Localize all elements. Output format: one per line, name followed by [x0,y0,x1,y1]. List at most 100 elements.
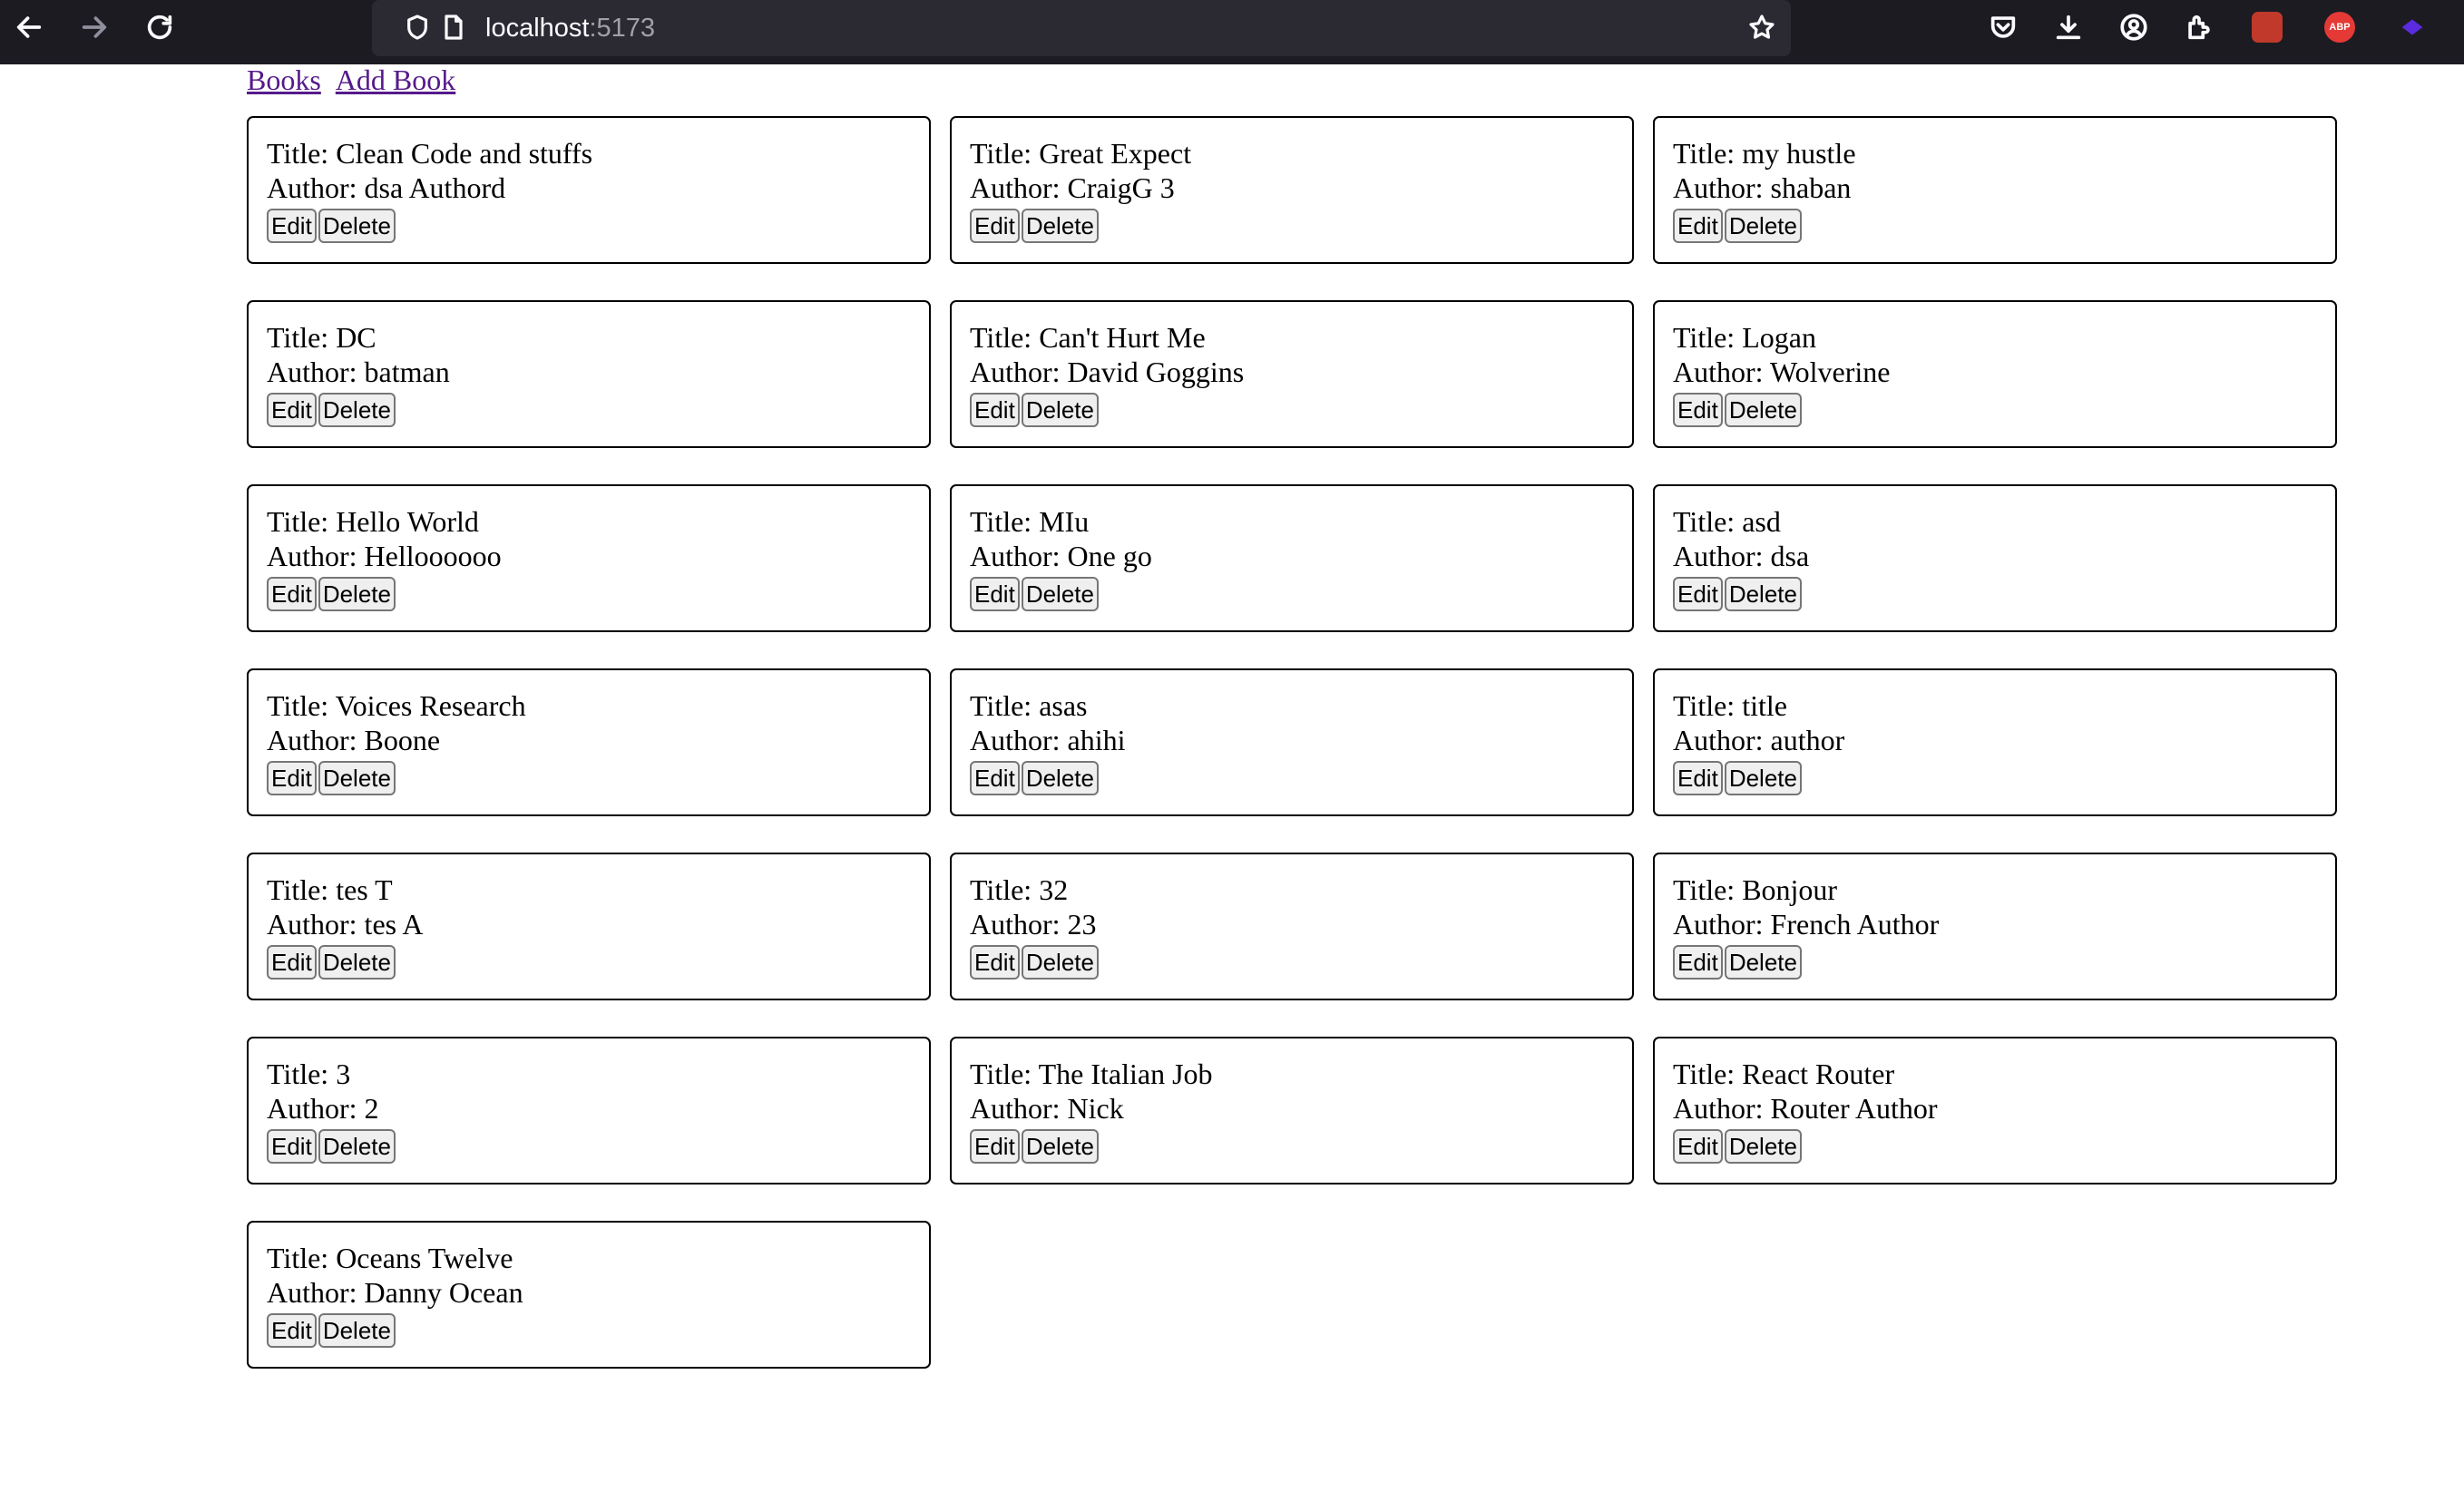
delete-button[interactable]: Delete [318,393,396,427]
account-button[interactable] [2107,0,2161,54]
delete-button[interactable]: Delete [1021,945,1099,980]
delete-button[interactable]: Delete [318,1129,396,1164]
extensions-button[interactable] [2172,0,2226,54]
book-card: Title: Clean Code and stuffs Author: dsa … [247,116,931,264]
author-value: David Goggins [1067,356,1245,388]
delete-button[interactable]: Delete [1724,577,1802,611]
edit-button[interactable]: Edit [267,577,317,611]
book-grid: Title: Clean Code and stuffs Author: dsa … [247,116,2337,1369]
book-card: Title: asd Author: dsa Edit Delete [1653,484,2337,632]
reload-icon [147,15,172,40]
book-title: Title: 3 [267,1057,911,1091]
delete-button[interactable]: Delete [318,577,396,611]
delete-button[interactable]: Delete [1021,209,1099,243]
edit-button[interactable]: Edit [267,1129,317,1164]
title-value: asd [1742,505,1781,538]
book-card: Title: 32 Author: 23 Edit Delete [950,853,1634,1000]
page-icon [437,11,470,44]
book-card: Title: React Router Author: Router Author… [1653,1037,2337,1184]
book-card: Title: Oceans Twelve Author: Danny Ocean E… [247,1221,931,1369]
delete-button[interactable]: Delete [1021,393,1099,427]
author-prefix: Author: [1673,1092,1764,1125]
title-prefix: Title: [970,137,1032,170]
url-text[interactable]: localhost:5173 [485,11,655,45]
book-author: Author: David Goggins [970,355,1614,389]
author-value: 23 [1067,908,1097,941]
book-card: Title: MIu Author: One go Edit Delete [950,484,1634,632]
edit-button[interactable]: Edit [1673,577,1723,611]
delete-button[interactable]: Delete [318,209,396,243]
author-value: batman [364,356,450,388]
books-link[interactable]: Books [247,63,321,96]
card-actions: Edit Delete [267,577,911,611]
card-actions: Edit Delete [267,761,911,795]
book-title: Title: Can't Hurt Me [970,320,1614,355]
delete-button[interactable]: Delete [1724,761,1802,795]
adblock-icon[interactable]: ABP [2324,12,2355,43]
edit-button[interactable]: Edit [970,761,1020,795]
delete-button[interactable]: Delete [1724,1129,1802,1164]
book-author: Author: ahihi [970,723,1614,757]
add-book-link[interactable]: Add Book [336,63,455,96]
edit-button[interactable]: Edit [1673,393,1723,427]
book-title: Title: Bonjour [1673,872,2317,907]
delete-button[interactable]: Delete [318,1313,396,1348]
book-author: Author: dsa Authord [267,171,911,205]
title-value: Logan [1742,321,1816,354]
book-card: Title: The Italian Job Author: Nick Edit De… [950,1037,1634,1184]
delete-button[interactable]: Delete [1021,1129,1099,1164]
card-actions: Edit Delete [970,761,1614,795]
delete-button[interactable]: Delete [318,761,396,795]
author-value: ahihi [1067,724,1126,756]
edit-button[interactable]: Edit [267,393,317,427]
reload-button[interactable] [132,0,187,54]
delete-button[interactable]: Delete [1021,577,1099,611]
card-actions: Edit Delete [1673,577,2317,611]
title-prefix: Title: [1673,505,1736,538]
delete-button[interactable]: Delete [1724,945,1802,980]
card-actions: Edit Delete [970,945,1614,980]
url-bar[interactable]: localhost:5173 [372,0,1791,56]
card-actions: Edit Delete [267,209,911,243]
book-author: Author: Wolverine [1673,355,2317,389]
title-prefix: Title: [970,873,1032,906]
forward-button[interactable] [67,0,122,54]
extension-icon[interactable] [2252,12,2283,43]
title-value: Can't Hurt Me [1039,321,1206,354]
title-prefix: Title: [267,505,329,538]
star-icon[interactable] [1745,11,1778,44]
delete-button[interactable]: Delete [1724,209,1802,243]
delete-button[interactable]: Delete [1724,393,1802,427]
delete-button[interactable]: Delete [318,945,396,980]
title-prefix: Title: [267,1058,329,1090]
title-value: 3 [336,1058,351,1090]
title-prefix: Title: [970,321,1032,354]
book-title: Title: Hello World [267,504,911,539]
title-prefix: Title: [1673,689,1736,722]
edit-button[interactable]: Edit [267,945,317,980]
book-author: Author: French Author [1673,907,2317,941]
title-value: 32 [1039,873,1069,906]
edit-button[interactable]: Edit [1673,761,1723,795]
pocket-button[interactable] [1976,0,2030,54]
edit-button[interactable]: Edit [267,1313,317,1348]
edit-button[interactable]: Edit [1673,945,1723,980]
back-button[interactable] [2,0,56,54]
book-title: Title: Voices Research [267,688,911,723]
shield-icon[interactable] [401,11,434,44]
edit-button[interactable]: Edit [970,209,1020,243]
downloads-button[interactable] [2041,0,2096,54]
edit-button[interactable]: Edit [970,393,1020,427]
edit-button[interactable]: Edit [1673,1129,1723,1164]
edit-button[interactable]: Edit [970,1129,1020,1164]
diamond-icon[interactable] [2397,12,2428,43]
edit-button[interactable]: Edit [267,761,317,795]
delete-button[interactable]: Delete [1021,761,1099,795]
edit-button[interactable]: Edit [1673,209,1723,243]
book-card: Title: tes T Author: tes A Edit Delete [247,853,931,1000]
author-value: Router Author [1770,1092,1938,1125]
edit-button[interactable]: Edit [267,209,317,243]
author-prefix: Author: [970,908,1061,941]
edit-button[interactable]: Edit [970,945,1020,980]
edit-button[interactable]: Edit [970,577,1020,611]
